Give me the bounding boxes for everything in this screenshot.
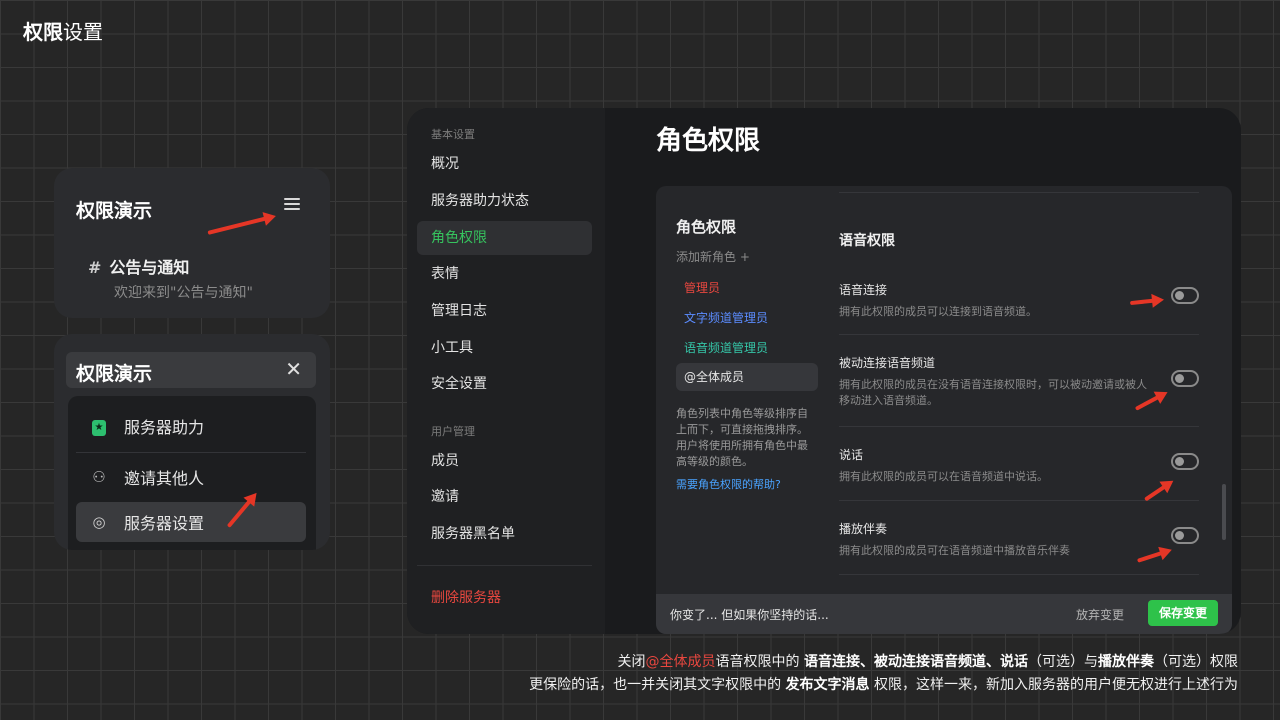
sidebar-item-invites[interactable]: 邀请 [417,480,592,514]
caption-line-1: 关闭@全体成员语音权限中的 语音连接、被动连接语音频道、说话（可选）与播放伴奏（… [617,654,1238,670]
add-role-button[interactable]: 添加新角色 + [676,248,750,265]
close-icon[interactable]: ✕ [285,357,302,381]
role-item-voice-admin[interactable]: 语音频道管理员 [676,334,818,362]
boost-icon: ★ [88,416,110,436]
unsaved-message: 你变了... 但如果你坚持的话... [670,608,829,622]
roles-hint: 角色列表中角色等级排序自上而下，可直接拖拽排序。用户将使用所拥有角色中最高等级的… [676,407,808,468]
save-button[interactable]: 保存变更 [1148,600,1218,626]
menu-item-server-boost[interactable]: ★ 服务器助力 [76,406,306,446]
sidebar-item-overview[interactable]: 概况 [417,147,592,181]
toggle-passive-voice[interactable] [1171,370,1199,387]
roles-help-link[interactable]: 需要角色权限的帮助? [676,476,781,492]
settings-icon: ◎ [92,513,106,531]
roles-panel: 角色权限 添加新角色 + 管理员 文字频道管理员 语音频道管理员 @全体成员 角… [656,186,1232,634]
voice-permissions-title: 语音权限 [839,233,895,249]
hamburger-menu-icon[interactable] [284,198,300,212]
toggle-voice-connect[interactable] [1171,287,1199,304]
sidebar-item-role-permissions[interactable]: 角色权限 [417,221,592,255]
caption-line-2: 更保险的话，也一并关闭其文字权限中的 发布文字消息 权限，这样一来，新加入服务器… [529,677,1238,693]
settings-window: 基本设置 概况 服务器助力状态 角色权限 表情 管理日志 小工具 安全设置 用户… [407,108,1241,634]
permission-speak: 说话 拥有此权限的成员可以在语音频道中说话。 [839,448,1048,483]
sidebar-item-boost-status[interactable]: 服务器助力状态 [417,184,592,218]
server-dropdown-menu: ★ 服务器助力 ⚇ 邀请其他人 ◎ 服务器设置 [68,396,316,550]
toggle-play-music[interactable] [1171,527,1199,544]
sidebar-item-widgets[interactable]: 小工具 [417,331,592,365]
settings-sidebar: 基本设置 概况 服务器助力状态 角色权限 表情 管理日志 小工具 安全设置 用户… [407,108,605,634]
sidebar-item-members[interactable]: 成员 [417,444,592,478]
sidebar-item-security[interactable]: 安全设置 [417,367,592,401]
page-title: 权限设置 [23,20,103,44]
sidebar-section-basic: 基本设置 [431,128,475,141]
sidebar-item-ban-list[interactable]: 服务器黑名单 [417,517,592,551]
server-name: 权限演示 [76,200,153,222]
server-name: 权限演示 [76,363,153,385]
menu-item-invite[interactable]: ⚇ 邀请其他人 [76,457,306,497]
role-item-everyone[interactable]: @全体成员 [676,363,818,391]
server-menu-header: 权限演示 ✕ [66,352,316,388]
menu-item-server-settings[interactable]: ◎ 服务器设置 [76,502,306,542]
hash-icon: # [88,258,102,277]
role-item-admin[interactable]: 管理员 [676,274,818,302]
server-menu-card: 权限演示 ✕ ★ 服务器助力 ⚇ 邀请其他人 ◎ 服务器设置 [54,334,330,550]
sidebar-item-audit-log[interactable]: 管理日志 [417,294,592,328]
discard-button[interactable]: 放弃变更 [1076,606,1124,623]
channel-item[interactable]: # 公告与通知 [88,254,189,278]
unsaved-changes-bar: 你变了... 但如果你坚持的话... 放弃变更 保存变更 [656,594,1232,634]
sidebar-item-delete-server[interactable]: 删除服务器 [417,581,592,615]
roles-title: 角色权限 [676,218,737,236]
server-header-card: 权限演示 # 公告与通知 欢迎来到"公告与通知" [54,168,330,318]
invite-user-icon: ⚇ [92,468,106,486]
toggle-speak[interactable] [1171,453,1199,470]
sidebar-item-emoji[interactable]: 表情 [417,257,592,291]
permission-play-music: 播放伴奏 拥有此权限的成员可在语音频道中播放音乐伴奏 [839,522,1070,557]
channel-description: 欢迎来到"公告与通知" [114,285,253,301]
page-heading: 角色权限 [656,126,761,156]
role-item-text-admin[interactable]: 文字频道管理员 [676,304,818,332]
scrollbar[interactable] [1222,484,1226,540]
sidebar-section-users: 用户管理 [431,425,475,438]
